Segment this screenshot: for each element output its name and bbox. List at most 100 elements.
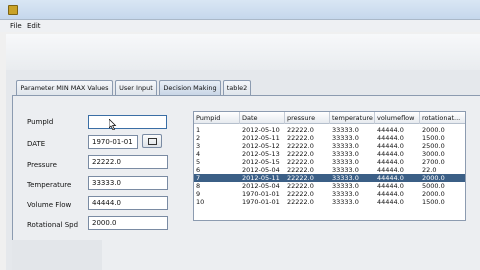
- column-header-pumpid[interactable]: Pumpid: [194, 112, 240, 124]
- column-header-temperature[interactable]: temperature: [330, 112, 375, 124]
- table-cell: 33333.0: [332, 182, 359, 190]
- table-row[interactable]: 3 2012-05-12 22222.0 33333.0 44444.0 2500.0: [194, 142, 465, 150]
- table-cell: 22222.0: [287, 134, 314, 142]
- table-cell: 22222.0: [287, 150, 314, 158]
- table-cell: 33333.0: [332, 150, 359, 158]
- table-cell: 33333.0: [332, 142, 359, 150]
- temperature-label: Temperature: [27, 181, 72, 189]
- table-cell: 1: [196, 126, 201, 134]
- table-cell: 22222.0: [287, 166, 314, 174]
- table-cell: 2000.0: [422, 126, 445, 134]
- volume-flow-label: Volume Flow: [27, 201, 72, 209]
- table-cell: 44444.0: [377, 182, 404, 190]
- title-bar[interactable]: [0, 0, 480, 20]
- menu-file[interactable]: File: [10, 22, 22, 30]
- table-cell: 3000.0: [422, 150, 445, 158]
- bottom-strip: [12, 240, 102, 270]
- table-cell: 33333.0: [332, 134, 359, 142]
- table-cell: 33333.0: [332, 198, 359, 206]
- pumpid-label: PumpId: [27, 118, 54, 126]
- table-row[interactable]: 5 2012-05-15 22222.0 33333.0 44444.0 2700.0: [194, 158, 465, 166]
- pumpid-input[interactable]: [88, 115, 167, 129]
- column-header-volumeflow[interactable]: volumeflow: [375, 112, 420, 124]
- table-cell: 22222.0: [287, 174, 314, 182]
- rotational-spd-input[interactable]: 2000.0: [88, 216, 168, 230]
- column-header-pressure[interactable]: pressure: [285, 112, 330, 124]
- table-cell: 2012-05-11: [242, 134, 280, 142]
- table-cell: 22222.0: [287, 158, 314, 166]
- table-cell: 33333.0: [332, 158, 359, 166]
- table-cell: 8: [196, 182, 201, 190]
- table-row[interactable]: 6 2012-05-04 22222.0 33333.0 44444.0 22.0: [194, 166, 465, 174]
- tab-table2[interactable]: table2: [223, 80, 251, 95]
- application-window: File Edit Parameter MIN MAX Values User …: [0, 0, 480, 270]
- table-cell: 2000.0: [422, 174, 445, 182]
- java-app-icon: [8, 5, 18, 15]
- tab-label: Decision Making: [163, 84, 217, 92]
- table-cell: 2500.0: [422, 142, 445, 150]
- table-row[interactable]: 7 2012-05-11 22222.0 33333.0 44444.0 2000.0: [194, 174, 465, 182]
- table-cell: 1500.0: [422, 134, 445, 142]
- menu-bar: File Edit: [0, 20, 480, 32]
- table-cell: 4: [196, 150, 201, 158]
- table-cell: 10: [196, 198, 205, 206]
- table-cell: 2012-05-11: [242, 174, 280, 182]
- temperature-input[interactable]: 33333.0: [88, 176, 168, 190]
- table-cell: 44444.0: [377, 190, 404, 198]
- date-input[interactable]: 1970-01-01: [88, 135, 138, 149]
- table-row[interactable]: 10 1970-01-01 22222.0 33333.0 44444.0 1500.0: [194, 198, 465, 206]
- table-cell: 22222.0: [287, 182, 314, 190]
- table-cell: 2012-05-15: [242, 158, 280, 166]
- table-cell: 44444.0: [377, 198, 404, 206]
- table-row[interactable]: 8 2012-05-04 22222.0 33333.0 44444.0 5000.0: [194, 182, 465, 190]
- volume-flow-input[interactable]: 44444.0: [88, 196, 168, 210]
- table-cell: 1970-01-01: [242, 190, 280, 198]
- table-row[interactable]: 1 2012-05-10 22222.0 33333.0 44444.0 2000.0: [194, 126, 465, 134]
- column-header-rotational[interactable]: rotationat...: [420, 112, 465, 124]
- table-cell: 5: [196, 158, 201, 166]
- table-cell: 2700.0: [422, 158, 445, 166]
- table-row[interactable]: 4 2012-05-13 22222.0 33333.0 44444.0 3000.0: [194, 150, 465, 158]
- table-row[interactable]: 9 1970-01-01 22222.0 33333.0 44444.0 2000.0: [194, 190, 465, 198]
- content-header-band: [6, 34, 480, 70]
- table-cell: 44444.0: [377, 166, 404, 174]
- table-cell: 44444.0: [377, 134, 404, 142]
- calendar-icon: [148, 138, 157, 145]
- table-cell: 2000.0: [422, 190, 445, 198]
- mouse-cursor-icon: [109, 119, 117, 130]
- pump-data-table[interactable]: Pumpid Date pressure temperature volumef…: [193, 111, 466, 221]
- tab-user-input[interactable]: User Input: [115, 80, 157, 95]
- table-cell: 2012-05-04: [242, 182, 280, 190]
- table-cell: 44444.0: [377, 142, 404, 150]
- table-cell: 22222.0: [287, 198, 314, 206]
- table-cell: 2012-05-13: [242, 150, 280, 158]
- date-picker-button[interactable]: [142, 134, 162, 148]
- table-cell: 5000.0: [422, 182, 445, 190]
- tab-label: User Input: [119, 84, 153, 92]
- date-label: DATE: [27, 140, 46, 148]
- table-cell: 33333.0: [332, 174, 359, 182]
- table-cell: 2: [196, 134, 201, 142]
- table-cell: 33333.0: [332, 166, 359, 174]
- rotational-spd-label: Rotational Spd: [27, 221, 79, 229]
- table-header: Pumpid Date pressure temperature volumef…: [194, 112, 465, 124]
- table-cell: 44444.0: [377, 174, 404, 182]
- table-cell: 1500.0: [422, 198, 445, 206]
- table-row[interactable]: 2 2012-05-11 22222.0 33333.0 44444.0 1500.0: [194, 134, 465, 142]
- table-cell: 44444.0: [377, 126, 404, 134]
- table-cell: 33333.0: [332, 190, 359, 198]
- tab-decision-making[interactable]: Decision Making: [159, 80, 221, 95]
- tab-parameter-min-max[interactable]: Parameter MIN MAX Values: [16, 80, 113, 95]
- table-cell: 7: [196, 174, 201, 182]
- table-cell: 2012-05-10: [242, 126, 280, 134]
- table-cell: 22222.0: [287, 126, 314, 134]
- pressure-input[interactable]: 22222.0: [88, 155, 168, 169]
- menu-edit[interactable]: Edit: [27, 22, 41, 30]
- table-cell: 1970-01-01: [242, 198, 280, 206]
- table-cell: 44444.0: [377, 150, 404, 158]
- tab-label: table2: [226, 84, 248, 92]
- tab-label: Parameter MIN MAX Values: [20, 84, 109, 92]
- table-cell: 33333.0: [332, 126, 359, 134]
- column-header-date[interactable]: Date: [240, 112, 285, 124]
- table-cell: 22222.0: [287, 142, 314, 150]
